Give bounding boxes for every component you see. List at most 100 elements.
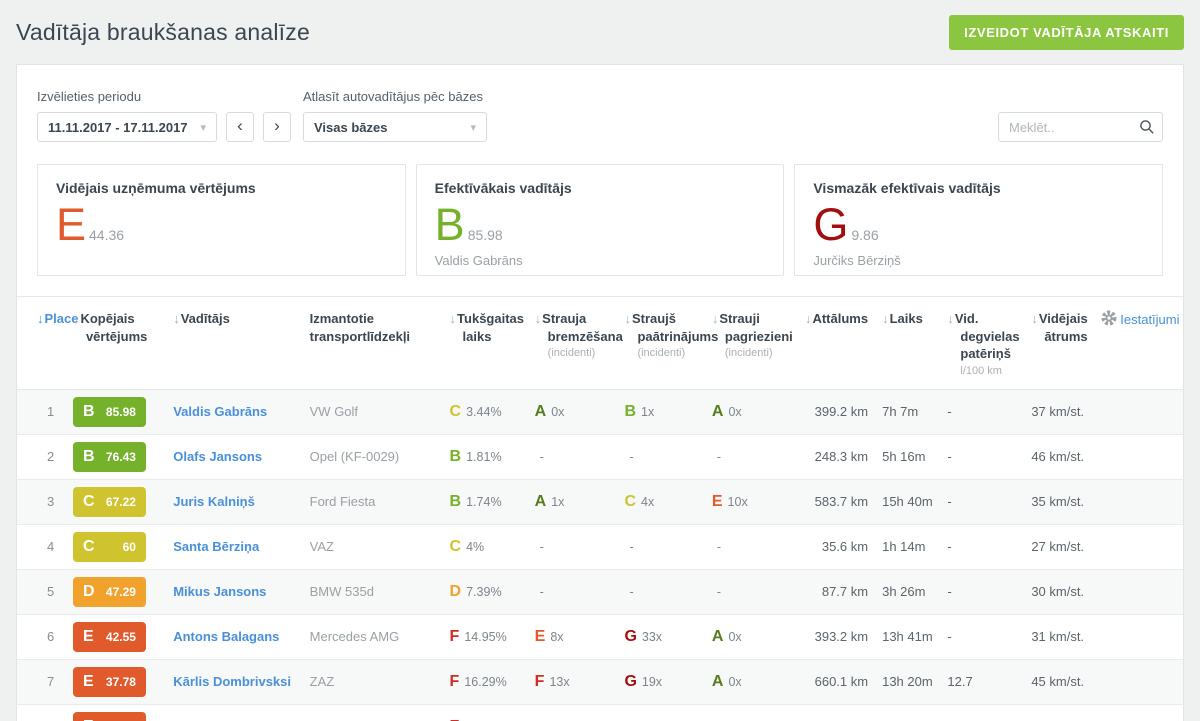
previous-period-button[interactable]: ‹ bbox=[226, 112, 254, 142]
metric-grade-letter: F bbox=[450, 718, 460, 721]
time-cell: 1h 14m bbox=[882, 524, 947, 569]
column-label: Vid. degvielas patēriņš bbox=[955, 311, 1020, 361]
harsh-turns-cell: - bbox=[712, 524, 804, 569]
table-row: 2 B 76.43 Olafs Jansons Opel (KF-0029) B… bbox=[17, 434, 1183, 479]
driver-link[interactable]: Mikus Jansons bbox=[173, 584, 266, 599]
base-filter-group: Atlasīt autovadītājus pēc bāzes Visas bā… bbox=[303, 89, 487, 142]
column-header-fuel-consumption[interactable]: ↓Vid. degvielas patēriņš l/100 km bbox=[947, 297, 1031, 390]
column-header-harsh-braking[interactable]: ↓Strauja bremzēšana (incidenti) bbox=[535, 297, 625, 390]
harsh-braking-cell: A1x bbox=[535, 479, 625, 524]
badge-score: 85.98 bbox=[106, 405, 136, 419]
settings-spacer-cell bbox=[1101, 659, 1183, 704]
create-report-button[interactable]: IZVEIDOT VADĪTĀJA ATSKAITI bbox=[949, 15, 1184, 50]
column-header-total-score[interactable]: ↓Kopējais vērtējums bbox=[73, 297, 173, 390]
column-header-idle-time[interactable]: ↓Tukšgaitas laiks bbox=[450, 297, 535, 390]
driver-link[interactable]: Antons Balagans bbox=[173, 629, 279, 644]
grade-score: 85.98 bbox=[468, 227, 503, 243]
search-box bbox=[998, 112, 1163, 142]
gear-icon bbox=[1101, 310, 1117, 329]
place-cell: 7 bbox=[17, 659, 73, 704]
badge-score: 47.29 bbox=[106, 585, 136, 599]
driver-link[interactable]: Kārlis Dombrivsksi bbox=[173, 674, 291, 689]
average-speed-cell: 31 km/st. bbox=[1031, 614, 1101, 659]
column-header-place[interactable]: ↓Place bbox=[17, 297, 73, 390]
harsh-braking-cell: E8x bbox=[535, 614, 625, 659]
metric-value: - bbox=[629, 540, 633, 554]
metric-value: - bbox=[540, 540, 544, 554]
grade-letter: B bbox=[435, 206, 465, 244]
period-select[interactable]: 11.11.2017 - 17.11.2017 ▾ bbox=[37, 112, 217, 142]
period-filter-group: Izvēlieties periodu 11.11.2017 - 17.11.2… bbox=[37, 89, 291, 142]
grade-badge: E 34.5 bbox=[73, 712, 146, 721]
total-score-cell: D 47.29 bbox=[73, 569, 173, 614]
time-cell: 2h 27m bbox=[882, 704, 947, 721]
place-cell: 5 bbox=[17, 569, 73, 614]
sort-icon: ↓ bbox=[450, 311, 457, 326]
metric-grade-letter: F bbox=[450, 628, 460, 645]
column-header-time[interactable]: ↓Laiks bbox=[882, 297, 947, 390]
total-score-cell: C 60 bbox=[73, 524, 173, 569]
driver-link[interactable]: Juris Kalniņš bbox=[173, 494, 255, 509]
metric-grade-letter: C bbox=[450, 538, 462, 555]
harsh-turns-cell: A0x bbox=[712, 614, 804, 659]
column-label: Strauja bremzēšana bbox=[542, 311, 623, 344]
harsh-acceleration-cell: B1x bbox=[624, 389, 711, 434]
column-header-average-speed[interactable]: ↓Vidējais ātrums bbox=[1031, 297, 1101, 390]
sort-icon: ↓ bbox=[882, 311, 889, 326]
grade-badge: C 60 bbox=[73, 532, 146, 562]
metric-grade-letter: A bbox=[535, 403, 547, 420]
driver-cell: Juris Kalniņš bbox=[173, 479, 309, 524]
sort-icon: ↓ bbox=[624, 311, 631, 326]
sort-icon: ↓ bbox=[947, 311, 954, 326]
place-cell: 1 bbox=[17, 389, 73, 434]
average-speed-cell: 46 km/st. bbox=[1031, 434, 1101, 479]
time-cell: 3h 26m bbox=[882, 569, 947, 614]
driver-cell: Olafs Jansons bbox=[173, 434, 309, 479]
column-sublabel: l/100 km bbox=[947, 365, 1025, 377]
vehicle-cell: VOLVO bbox=[310, 704, 450, 721]
harsh-braking-cell: - bbox=[535, 434, 625, 479]
driver-link[interactable]: Santa Bērziņa bbox=[173, 539, 259, 554]
column-header-vehicles: Izmantotie transportlīdzekļi bbox=[310, 297, 450, 390]
table-settings-button[interactable]: Iestatījumi bbox=[1101, 297, 1183, 390]
column-header-harsh-acceleration[interactable]: ↓Straujš paātrinājums (incidenti) bbox=[624, 297, 711, 390]
badge-score: 37.78 bbox=[106, 675, 136, 689]
metric-grade-letter: B bbox=[450, 448, 462, 465]
caret-down-icon: ▾ bbox=[200, 121, 206, 134]
driver-cell: Valdis Gabrāns bbox=[173, 389, 309, 434]
vehicle-cell: BMW 535d bbox=[310, 569, 450, 614]
next-period-button[interactable]: › bbox=[263, 112, 291, 142]
badge-score: 42.55 bbox=[106, 630, 136, 644]
total-score-cell: E 34.5 bbox=[73, 704, 173, 721]
period-label: Izvēlieties periodu bbox=[37, 89, 291, 104]
column-header-driver[interactable]: ↓Vadītājs bbox=[173, 297, 309, 390]
metric-grade-letter: A bbox=[712, 628, 724, 645]
metric-value: 7.39% bbox=[466, 585, 501, 599]
card-grade: G 9.86 bbox=[813, 206, 1144, 244]
summary-cards: Vidējais uzņēmuma vērtējums E 44.36 Efek… bbox=[17, 164, 1183, 296]
metric-value: - bbox=[540, 585, 544, 599]
card-driver-name: Valdis Gabrāns bbox=[435, 253, 766, 268]
driver-link[interactable]: Valdis Gabrāns bbox=[173, 404, 267, 419]
distance-cell: 87.7 km bbox=[804, 569, 882, 614]
base-select[interactable]: Visas bāzes ▾ bbox=[303, 112, 487, 142]
metric-value: 1.81% bbox=[466, 450, 501, 464]
metric-value: 0x bbox=[728, 405, 741, 419]
grade-score: 9.86 bbox=[851, 227, 878, 243]
metric-value: 1x bbox=[641, 405, 654, 419]
fuel-consumption-cell: - bbox=[947, 524, 1031, 569]
vehicle-cell: Ford Fiesta bbox=[310, 479, 450, 524]
distance-cell: 583.7 km bbox=[804, 479, 882, 524]
time-cell: 5h 16m bbox=[882, 434, 947, 479]
sort-icon: ↓ bbox=[73, 311, 80, 326]
column-header-harsh-turns[interactable]: ↓Strauji pagriezieni (incidenti) bbox=[712, 297, 804, 390]
metric-value: - bbox=[717, 540, 721, 554]
driver-cell: Antons Balagans bbox=[173, 614, 309, 659]
harsh-turns-cell: - bbox=[712, 704, 804, 721]
driver-link[interactable]: Olafs Jansons bbox=[173, 449, 262, 464]
column-header-distance[interactable]: ↓Attālums bbox=[804, 297, 882, 390]
idle-time-cell: C3.44% bbox=[450, 389, 535, 434]
harsh-acceleration-cell: G19x bbox=[624, 659, 711, 704]
sort-icon: ↓ bbox=[173, 311, 180, 326]
badge-grade-letter: B bbox=[83, 448, 95, 466]
